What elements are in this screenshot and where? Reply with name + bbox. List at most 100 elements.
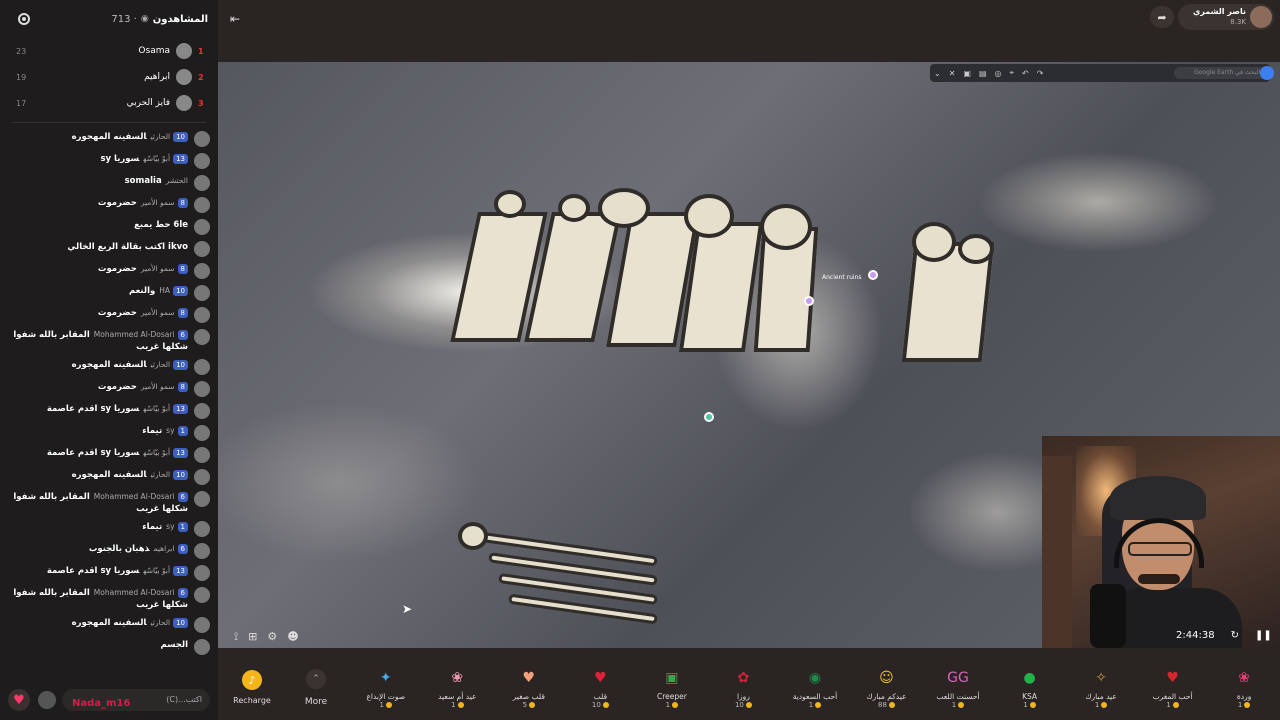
gift-price: 10 — [592, 701, 609, 709]
host-likes: 8.3K — [1230, 18, 1246, 26]
gift-price: 1 — [451, 701, 464, 709]
avatar — [176, 43, 192, 59]
chat-message-body: الجسم — [160, 639, 188, 651]
gift-item[interactable]: ◉ أحب السعودية 1 — [783, 667, 847, 709]
chat-message[interactable]: 13أبوّ بيّاسّهسوريا sy اقدم عاصمة — [0, 400, 218, 422]
gift-item[interactable]: ✧ عيد مبارك 1 — [1069, 667, 1133, 709]
view-3d-icon[interactable]: ⟟ — [234, 630, 238, 644]
more-button[interactable]: ⌃ More — [294, 668, 338, 707]
globe-icon[interactable] — [1260, 66, 1274, 80]
chat-message[interactable]: 8سمو الأميرحضرموت — [0, 260, 218, 282]
level-badge: 8 — [177, 382, 188, 392]
chat-username: Mohammed Al-Dosari — [93, 492, 175, 501]
tools-icon[interactable]: ✕ — [949, 69, 956, 78]
chat-text: سوريا sy اقدم عاصمة — [46, 404, 140, 414]
geoglyph-circle — [598, 188, 650, 228]
mouse-cursor-icon: ➤ — [402, 602, 413, 616]
share-icon[interactable]: ➦ — [1150, 6, 1174, 28]
pause-icon[interactable]: ❚❚ — [1255, 630, 1272, 641]
chat-message[interactable]: 10الحارثيالسفينه المهجوره — [0, 356, 218, 378]
gift-item[interactable]: GG أحسنت اللعب 1 — [926, 667, 990, 709]
chat-message[interactable]: 6Mohammed Al-Dosariالمقابر بالله شفوا شك… — [0, 584, 218, 614]
viewer-score: 23 — [16, 46, 27, 56]
chat-message[interactable]: 13أبوّ بيّاسّهسوريا sy اقدم عاصمة — [0, 444, 218, 466]
map-pin[interactable] — [704, 412, 714, 422]
top-viewer-row[interactable]: 19 ابراهيم 2 — [0, 64, 218, 90]
gift-item[interactable]: ♥ قلب صغير 5 — [497, 667, 561, 709]
pin-icon[interactable]: ⌖ — [1010, 68, 1015, 78]
gift-price-value: 1 — [379, 700, 384, 709]
chat-message[interactable]: ikvo اكتب بقالة الربع الخالي — [0, 238, 218, 260]
gift-item[interactable]: ▣ Creeper 1 — [640, 667, 704, 709]
gift-item[interactable]: ♥ قلب 10 — [568, 667, 632, 709]
chat-message[interactable]: 1syتيماء — [0, 422, 218, 444]
chat-message[interactable]: 13أبوّ بيّاسّهسوريا sy — [0, 150, 218, 172]
chat-message[interactable]: 10HAوالنعم — [0, 282, 218, 304]
redo-icon[interactable]: ↷ — [1037, 69, 1044, 78]
chat-message[interactable]: 1syتيماء — [0, 518, 218, 540]
chat-message[interactable]: 13أبوّ بيّاسّهسوريا sy اقدم عاصمة — [0, 562, 218, 584]
map-search-input[interactable]: البحث في Google Earth — [1174, 67, 1266, 79]
gear-icon[interactable]: ⚙ — [267, 630, 277, 644]
gift-item[interactable]: ✦ صوت الإبداع 1 — [354, 667, 418, 709]
avatar — [194, 617, 210, 633]
collapse-panel-icon[interactable]: ⇤ — [230, 12, 240, 26]
chat-feed[interactable]: 10الحارثيالسفينه المهجوره 13أبوّ بيّاسّهس… — [0, 128, 218, 673]
chat-message[interactable]: 10الحارثيالسفينه المهجوره — [0, 128, 218, 150]
heart-icon[interactable]: ♥ — [8, 689, 30, 711]
chat-username: HA — [159, 286, 171, 295]
chat-message[interactable]: 6ابراهيمذهبان بالجنوب — [0, 540, 218, 562]
camera-icon[interactable]: ▣ — [963, 69, 971, 78]
recharge-button[interactable]: ♪ Recharge — [222, 658, 282, 718]
host-name: ناصر الشمري — [1192, 7, 1246, 16]
chat-message[interactable]: 10الحارثيالسفينه المهجوره — [0, 614, 218, 636]
avatar — [176, 69, 192, 85]
gift-item[interactable]: ✿ روزا 10 — [711, 667, 775, 709]
map-pin[interactable] — [804, 296, 814, 306]
top-viewer-row[interactable]: 17 فايز الحربي 3 — [0, 90, 218, 116]
emoji-icon[interactable] — [38, 691, 56, 709]
chat-message[interactable]: الجسم — [0, 636, 218, 658]
settings-icon[interactable]: ◎ — [995, 69, 1002, 78]
gift-item[interactable]: ❀ عيد أم سعيد 1 — [425, 667, 489, 709]
chat-text: ikvo اكتب بقالة الربع الخالي — [67, 242, 188, 252]
gift-item[interactable]: ♥ أحب المغرب 1 — [1141, 667, 1205, 709]
chat-message[interactable]: 8سمو الأميرحضرموت — [0, 378, 218, 400]
chat-message[interactable]: 6le حط يمبع — [0, 216, 218, 238]
map-pin[interactable] — [868, 270, 878, 280]
chat-message[interactable]: 8سمو الأميرحضرموت — [0, 304, 218, 326]
pegman-icon[interactable]: ☻ — [287, 630, 298, 644]
gift-item[interactable]: ❀ وردة 1 — [1212, 667, 1276, 709]
coin-icon: ♪ — [242, 670, 262, 690]
chat-message[interactable]: 6Mohammed Al-Dosariالمقابر بالله شفوا شك… — [0, 326, 218, 356]
recharge-label: Recharge — [233, 696, 271, 705]
map-toolbar: ⌄ ✕ ▣ ▤ ◎ ⌖ ↶ ↷ البحث في Google Earth — [930, 64, 1270, 82]
gear-icon[interactable] — [16, 11, 32, 27]
chat-message[interactable]: الحتشرsomalia — [0, 172, 218, 194]
chat-text: تيماء — [142, 426, 163, 436]
chat-message-body: 8سمو الأميرحضرموت — [98, 307, 188, 319]
gift-item[interactable]: ☺ عيدكم مبارك 88 — [854, 667, 918, 709]
refresh-icon[interactable]: ↻ — [1231, 630, 1239, 641]
gift-price-value: 10 — [591, 700, 601, 709]
chat-message[interactable]: 10الحارثيالسفينه المهجوره — [0, 466, 218, 488]
avatar — [194, 565, 210, 581]
chat-message-body: 10HAوالنعم — [129, 285, 188, 297]
gift-price: 1 — [380, 701, 392, 709]
layers-icon[interactable]: ▤ — [979, 69, 987, 78]
host-badge[interactable]: ناصر الشمري 8.3K — [1178, 4, 1274, 30]
divider — [12, 122, 206, 123]
chat-message[interactable]: 8سمو الأميرحضرموت — [0, 194, 218, 216]
level-badge: 1 — [177, 426, 188, 436]
level-badge: 6 — [177, 588, 188, 598]
chat-text: حضرموت — [97, 198, 137, 208]
chevron-down-icon[interactable]: ⌄ — [934, 69, 941, 78]
chat-message[interactable]: 6Mohammed Al-Dosariالمقابر بالله شفوا شك… — [0, 488, 218, 518]
top-viewer-row[interactable]: 23 Osama 1 — [0, 38, 218, 64]
grid-icon[interactable]: ⊞ — [248, 630, 257, 644]
chat-username: sy — [166, 426, 175, 435]
webcam-overlay: 2:44:38 ↻ ❚❚ — [1042, 436, 1280, 648]
undo-icon[interactable]: ↶ — [1022, 69, 1029, 78]
gift-item[interactable]: ● KSA 1 — [998, 667, 1062, 709]
chat-text: الجسم — [160, 640, 188, 650]
